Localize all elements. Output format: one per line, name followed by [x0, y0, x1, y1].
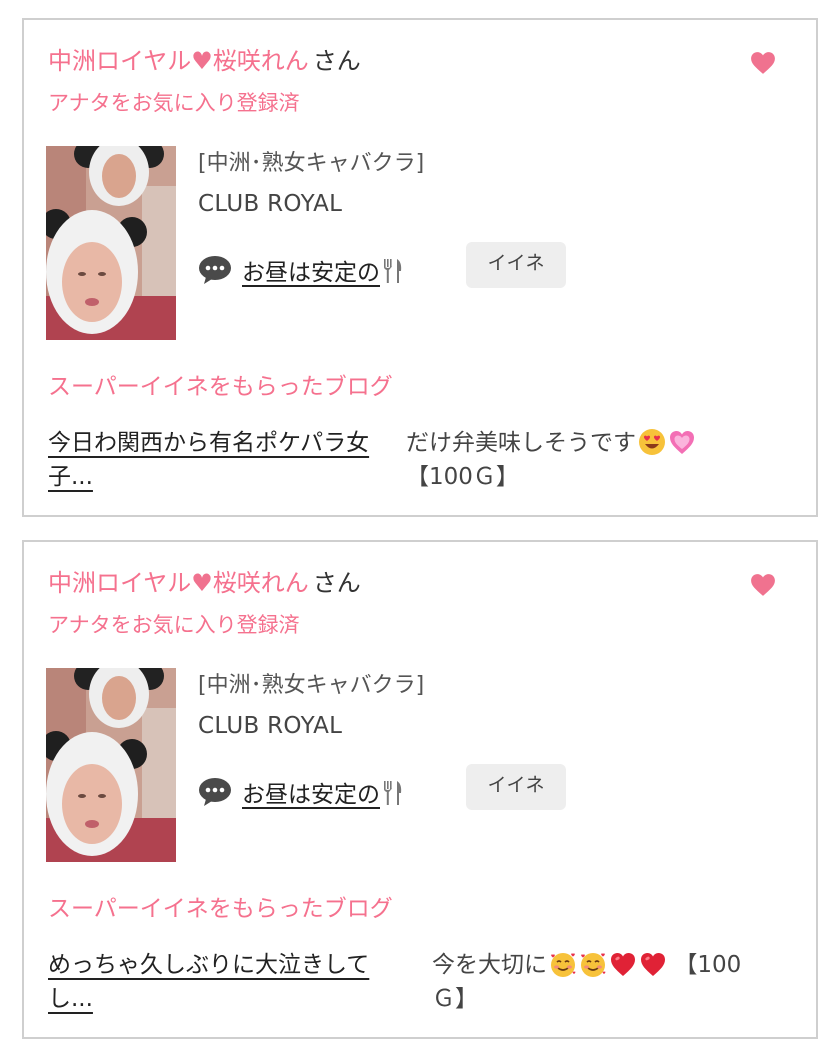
girl-name-prefix[interactable]: 中洲ロイヤル	[48, 47, 191, 75]
red-heart-emoji-icon	[609, 950, 637, 978]
blog-title[interactable]: お昼は安定の	[242, 260, 380, 286]
speech-bubble-icon	[198, 777, 232, 807]
girl-name-suffix[interactable]: 桜咲れん	[213, 47, 309, 75]
blog-title-link[interactable]: お昼は安定の	[242, 253, 404, 287]
girl-photo[interactable]	[46, 146, 176, 340]
super-like-blog-link[interactable]: めっちゃ久しぶりに大泣きしてし...	[48, 948, 386, 1016]
name-heart-glyph: ♥	[191, 47, 213, 75]
heart-icon[interactable]	[750, 572, 776, 598]
like-button[interactable]: イイネ	[466, 764, 566, 810]
favorite-status: アナタをお気に入り登録済	[48, 91, 300, 115]
girl-name-line[interactable]: 中洲ロイヤル♥桜咲れん さん	[48, 46, 361, 76]
blog-title[interactable]: お昼は安定の	[242, 782, 380, 808]
latest-blog[interactable]: お昼は安定の	[198, 248, 404, 292]
girl-name-prefix[interactable]: 中洲ロイヤル	[48, 569, 191, 597]
super-like-comment: だけ弁美味しそうです 【100Ｇ】	[406, 426, 746, 494]
gift-amount: 【100Ｇ】	[406, 464, 519, 490]
favorite-card: 中洲ロイヤル♥桜咲れん さん アナタをお気に入り登録済 [中洲･熟女キャバクラ] …	[22, 18, 818, 517]
super-like-blog-link[interactable]: 今日わ関西から有名ポケパラ女子...	[48, 426, 386, 494]
super-like-heading: スーパーイイネをもらったブログ	[48, 896, 393, 922]
fork-knife-icon	[382, 258, 404, 284]
smiling-hearts-emoji-icon	[549, 950, 577, 978]
honorific: さん	[312, 569, 361, 597]
super-like-comment: 今を大切に 【100Ｇ】	[432, 948, 772, 1016]
pink-heart-emoji-icon	[668, 428, 696, 456]
fork-knife-icon	[382, 780, 404, 806]
girl-name[interactable]: 中洲ロイヤル♥桜咲れん	[48, 569, 309, 597]
heart-icon[interactable]	[750, 50, 776, 76]
honorific: さん	[312, 47, 361, 75]
super-like-heading: スーパーイイネをもらったブログ	[48, 374, 393, 400]
smiling-hearts-emoji-icon	[579, 950, 607, 978]
girl-name-suffix[interactable]: 桜咲れん	[213, 569, 309, 597]
comment-text: 今を大切に	[432, 952, 547, 978]
shop-name[interactable]: CLUB ROYAL	[198, 190, 342, 218]
comment-text: だけ弁美味しそうです	[406, 430, 636, 456]
girl-name-line[interactable]: 中洲ロイヤル♥桜咲れん さん	[48, 568, 361, 598]
shop-genre[interactable]: [中洲･熟女キャバクラ]	[198, 150, 424, 178]
latest-blog[interactable]: お昼は安定の	[198, 770, 404, 814]
red-heart-emoji-icon	[639, 950, 667, 978]
name-heart-glyph: ♥	[191, 569, 213, 597]
shop-name[interactable]: CLUB ROYAL	[198, 712, 342, 740]
girl-name[interactable]: 中洲ロイヤル♥桜咲れん	[48, 47, 309, 75]
blog-title-link[interactable]: お昼は安定の	[242, 775, 404, 809]
shop-genre[interactable]: [中洲･熟女キャバクラ]	[198, 672, 424, 700]
favorite-status: アナタをお気に入り登録済	[48, 613, 300, 637]
speech-bubble-icon	[198, 255, 232, 285]
like-button[interactable]: イイネ	[466, 242, 566, 288]
heart-eyes-emoji-icon	[638, 428, 666, 456]
favorite-card: 中洲ロイヤル♥桜咲れん さん アナタをお気に入り登録済 [中洲･熟女キャバクラ] …	[22, 540, 818, 1039]
girl-photo[interactable]	[46, 668, 176, 862]
